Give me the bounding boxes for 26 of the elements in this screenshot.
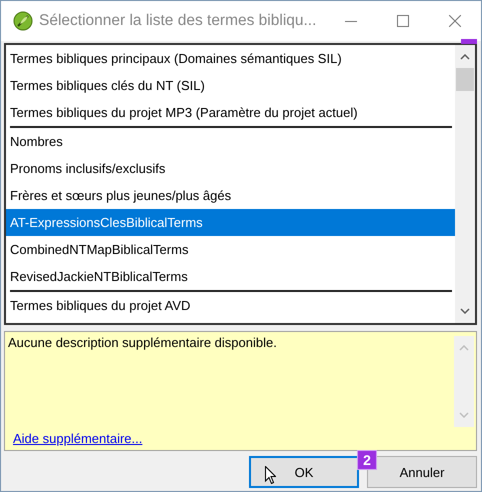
scrollbar[interactable] bbox=[455, 45, 475, 323]
list-item[interactable]: Pronoms inclusifs/exclusifs bbox=[6, 155, 455, 182]
list-item[interactable]: Frères et sœurs plus jeunes/plus âgés bbox=[6, 182, 455, 209]
window-title: Sélectionner la liste des termes bibliqu... bbox=[39, 12, 318, 30]
marker-tab bbox=[461, 39, 477, 44]
list-item[interactable]: Nombres bbox=[6, 128, 455, 155]
scroll-up-icon bbox=[459, 345, 469, 351]
close-icon[interactable] bbox=[449, 15, 461, 27]
list-item[interactable]: CombinedNTMapBiblicalTerms bbox=[6, 236, 455, 263]
help-link[interactable]: Aide supplémentaire... bbox=[13, 431, 142, 446]
scroll-thumb[interactable] bbox=[456, 68, 474, 91]
scroll-up-icon[interactable] bbox=[460, 54, 470, 60]
leaf-logo-icon bbox=[13, 11, 33, 31]
scroll-down-icon[interactable] bbox=[460, 308, 470, 314]
maximize-icon[interactable] bbox=[397, 15, 409, 27]
list-item[interactable]: RevisedJackieNTBiblicalTerms bbox=[6, 263, 455, 290]
list-item[interactable]: Termes bibliques du projet AVD bbox=[6, 292, 455, 319]
scroll-down-icon bbox=[459, 412, 469, 418]
list-item[interactable]: Termes bibliques clés du NT (SIL) bbox=[6, 72, 455, 99]
list-item[interactable]: AT-ExpressionsClesBiblicalTerms bbox=[6, 209, 455, 236]
step-badge: 2 bbox=[357, 450, 377, 470]
description-text: Aucune description supplémentaire disponible. bbox=[7, 334, 278, 352]
ok-button[interactable]: OK bbox=[249, 456, 359, 488]
cursor-icon bbox=[265, 466, 276, 484]
list-item[interactable]: Termes bibliques du projet MP3 (Paramètre du projet actuel) bbox=[6, 99, 455, 126]
list-item[interactable]: Termes bibliques principaux (Domaines sémantiques SIL) bbox=[6, 45, 455, 72]
